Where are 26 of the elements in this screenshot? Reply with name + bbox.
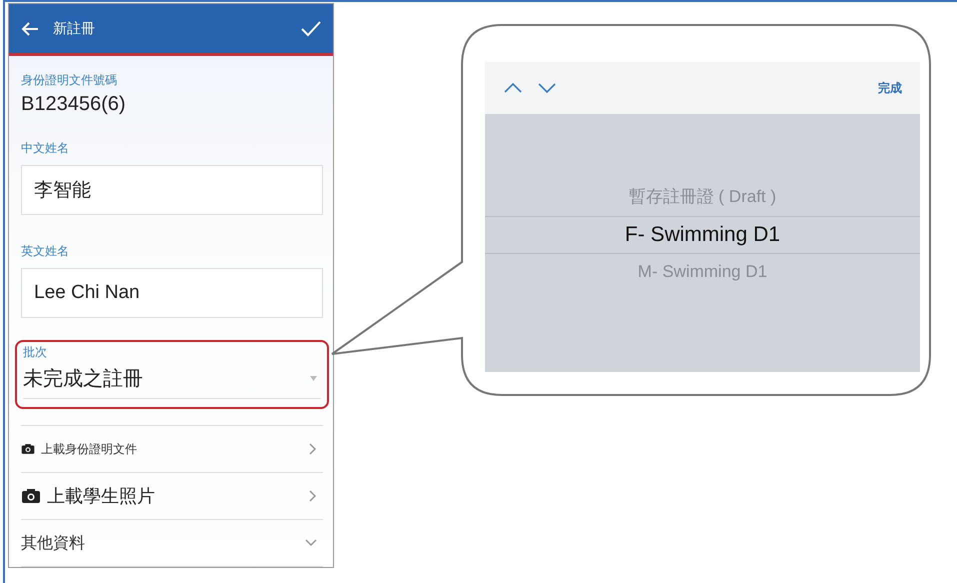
row-label: 其他資料 [21, 532, 85, 554]
field-label: 身份證明文件號碼 [21, 72, 118, 89]
menu-row[interactable]: 其他資料 [21, 520, 323, 567]
back-arrow-icon[interactable] [21, 20, 39, 36]
done-button[interactable]: 完成 [878, 78, 902, 98]
chevron-down-icon [305, 539, 317, 547]
chevron-right-icon [309, 490, 317, 502]
chevron-up-icon[interactable] [503, 82, 523, 94]
row-label: 上載身份證明文件 [41, 440, 137, 458]
picker-option[interactable]: F- Swimming D1 [485, 216, 920, 254]
camera-icon [21, 443, 35, 455]
row-label: 上載學生照片 [47, 485, 155, 508]
camera-icon [21, 488, 41, 504]
id-number-value: B123456(6) [21, 93, 127, 116]
field-label: 中文姓名 [21, 140, 70, 157]
menu-row[interactable]: 上載學生照片 [21, 473, 323, 520]
menu-row[interactable]: 上載身份證明文件 [21, 426, 323, 473]
checkmark-icon[interactable] [301, 20, 321, 36]
dropdown-caret-icon [310, 376, 317, 381]
name-input-field[interactable]: Lee Chi Nan [21, 268, 323, 318]
field-label: 英文姓名 [21, 243, 70, 260]
chevron-right-icon [309, 443, 317, 455]
name-input-field[interactable]: 李智能 [21, 165, 323, 215]
screen-title: 新註冊 [53, 20, 95, 38]
batch-select-field[interactable]: 批次 未完成之註冊 [15, 340, 329, 409]
chevron-down-icon[interactable] [537, 82, 557, 94]
